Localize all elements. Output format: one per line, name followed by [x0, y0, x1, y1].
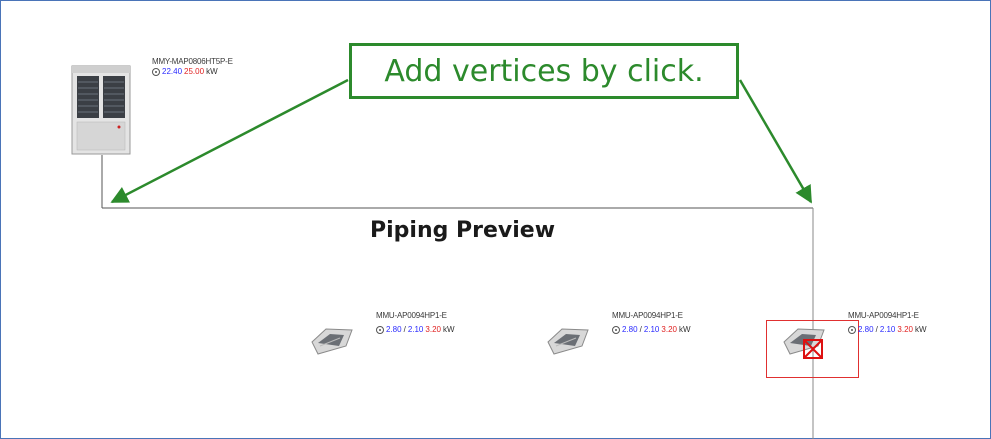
sensible-capacity: 2.10: [643, 325, 660, 334]
fan-icon: [612, 325, 620, 334]
indoor-unit-model: MMU-AP0094HP1-E: [848, 311, 919, 320]
heating-capacity: 25.00: [184, 67, 205, 76]
outdoor-unit-model: MMY-MAP0806HT5P-E: [152, 57, 233, 66]
sensible-capacity: 2.10: [879, 325, 896, 334]
pipe-route[interactable]: [101, 155, 814, 439]
indoor-unit-model: MMU-AP0094HP1-E: [612, 311, 683, 320]
value-separator: /: [639, 325, 642, 334]
capacity-unit: kW: [914, 325, 927, 334]
fan-icon: [152, 67, 160, 76]
capacity-unit: kW: [206, 67, 218, 76]
cooling-capacity: 2.80: [858, 325, 874, 334]
heating-capacity: 3.20: [661, 325, 677, 334]
cooling-capacity: 2.80: [386, 325, 402, 334]
sensible-capacity: 2.10: [407, 325, 424, 334]
fan-icon: [376, 325, 384, 334]
callout-arrow-left: [110, 78, 349, 204]
indoor-unit-specs: 2.80 / 2.10 3.20 kW: [376, 325, 455, 334]
cooling-capacity: 2.80: [622, 325, 638, 334]
value-separator: /: [875, 325, 878, 334]
ceiling-cassette-icon[interactable]: [547, 328, 589, 355]
instruction-callout: Add vertices by click.: [349, 43, 739, 99]
capacity-unit: kW: [678, 325, 691, 334]
outdoor-condenser-icon[interactable]: [71, 65, 131, 155]
heating-capacity: 3.20: [897, 325, 913, 334]
heating-capacity: 3.20: [425, 325, 441, 334]
callout-arrow-right: [738, 79, 813, 204]
ceiling-cassette-icon[interactable]: [311, 328, 353, 355]
indoor-unit-specs: 2.80 / 2.10 3.20 kW: [612, 325, 691, 334]
page-title: Piping Preview: [370, 218, 556, 243]
selection-box[interactable]: [766, 320, 859, 378]
indoor-unit-model: MMU-AP0094HP1-E: [376, 311, 447, 320]
fan-icon: [848, 325, 856, 334]
indoor-unit-specs: 2.80 / 2.10 3.20 kW: [848, 325, 927, 334]
outdoor-unit-specs: 22.40 25.00 kW: [152, 67, 218, 76]
value-separator: /: [403, 325, 406, 334]
capacity-unit: kW: [442, 325, 455, 334]
cooling-capacity: 22.40: [162, 67, 183, 76]
